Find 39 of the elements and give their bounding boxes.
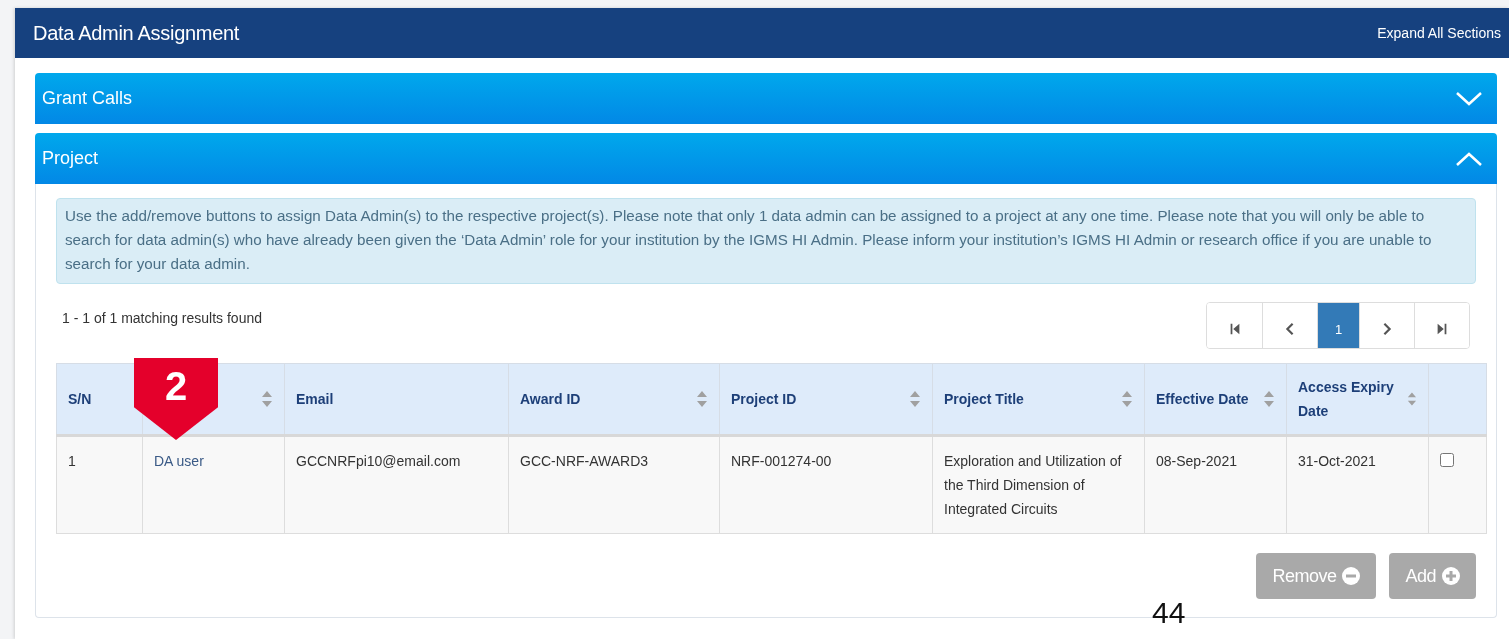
column-title: Award ID (520, 390, 581, 409)
table-cell: NRF-001274-00 (719, 435, 933, 534)
row-checkbox[interactable] (1440, 453, 1454, 467)
page-button[interactable]: 1 (1317, 303, 1359, 348)
column-header[interactable]: Project Title (932, 363, 1145, 436)
table-cell: GCCNRFpi10@email.com (284, 435, 509, 534)
column-header[interactable]: Effective Date (1144, 363, 1287, 436)
column-header[interactable]: Award ID (508, 363, 720, 436)
results-count: 1 - 1 of 1 matching results found (62, 310, 262, 326)
chevron-up-icon[interactable] (1455, 150, 1483, 167)
table-cell: 1 (56, 435, 143, 534)
page-number: 44 (1152, 596, 1186, 630)
last-page-icon (1435, 321, 1449, 337)
table-cell: Exploration and Utilization of the Third Dimension of Integrated Circuits (932, 435, 1145, 534)
column-title: Access Expiry Date (1298, 378, 1395, 421)
expand-all-link[interactable]: Expand All Sections (1377, 25, 1501, 41)
window-title: Data Admin Assignment (33, 21, 240, 45)
sort-icon[interactable] (1407, 390, 1417, 408)
column-title: Project Title (944, 390, 1024, 409)
sort-icon[interactable] (909, 390, 921, 408)
plus-circle-icon (1442, 567, 1460, 585)
sort-icon[interactable] (696, 390, 708, 408)
last-page-button[interactable] (1414, 303, 1469, 348)
sort-icon[interactable] (261, 390, 273, 408)
sort-icon[interactable] (1121, 390, 1133, 408)
info-message: Use the add/remove buttons to assign Data Admin(s) to the respective project(s). Please note that only 1 data admin can be assigned to a project at any one time. Please note that you will only be able to search for data admin(s) who have already been given the ‘Data Admin’ role for your institution by the IGMS HI Admin. Please inform your institution’s IGMS HI Admin or research office if you are unable to search for your data admin. (56, 198, 1476, 284)
chevron-down-icon[interactable] (1455, 90, 1483, 107)
name-link[interactable]: DA user (142, 435, 285, 534)
minus-circle-icon (1342, 567, 1361, 585)
column-title: Project ID (731, 390, 797, 409)
column-header[interactable]: Access Expiry Date (1286, 363, 1429, 436)
table-cell: 08-Sep-2021 (1144, 435, 1287, 534)
column-header[interactable]: Project ID (719, 363, 933, 436)
table-cell: GCC-NRF-AWARD3 (508, 435, 720, 534)
table-cell: 31-Oct-2021 (1286, 435, 1429, 534)
column-title: S/N (68, 390, 92, 409)
sort-icon[interactable] (1263, 390, 1275, 408)
column-title: Effective Date (1156, 390, 1249, 409)
column-title: Email (296, 390, 334, 409)
